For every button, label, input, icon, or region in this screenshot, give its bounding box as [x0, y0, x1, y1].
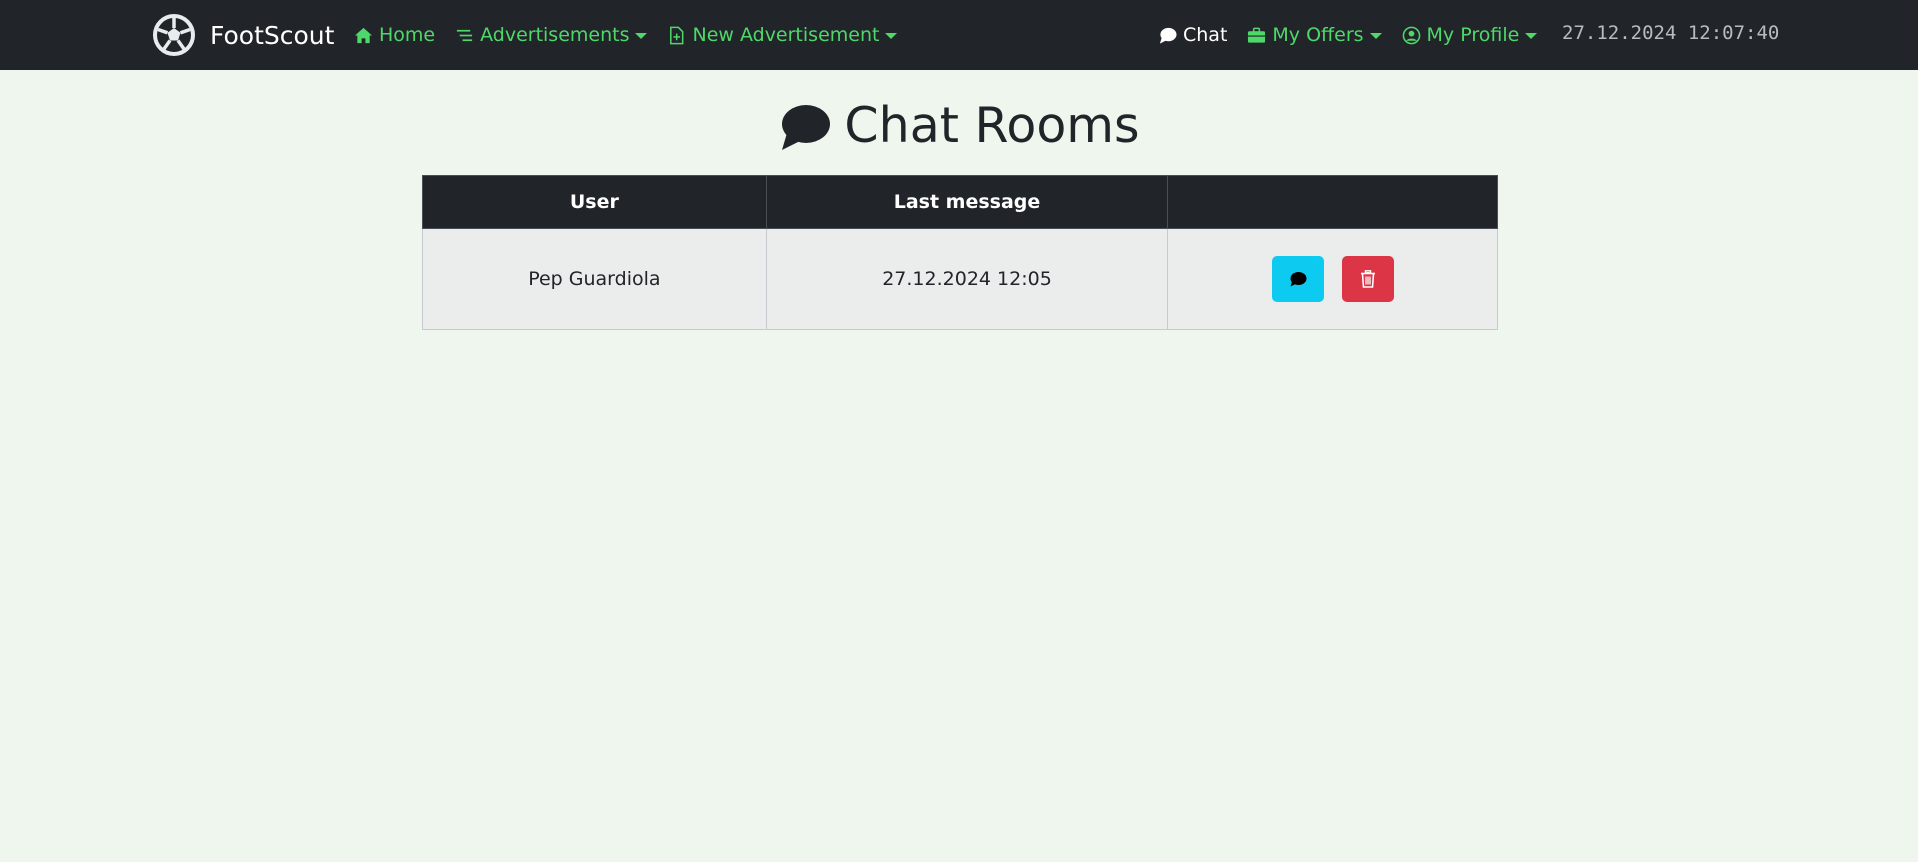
column-header-user: User [422, 175, 767, 229]
chat-bubble-icon [782, 105, 831, 150]
list-lines-icon [457, 29, 473, 41]
chat-rooms-table: User Last message Pep Guardiola 27.12.20… [422, 175, 1498, 330]
chevron-down-icon [635, 32, 648, 39]
open-chat-button[interactable] [1271, 256, 1324, 302]
soccer-ball-icon [153, 14, 195, 56]
brand-name: FootScout [210, 20, 335, 50]
chevron-down-icon [885, 32, 898, 39]
briefcase-icon [1248, 27, 1266, 43]
delete-chat-button[interactable] [1341, 256, 1394, 302]
table-header-row: User Last message [422, 175, 1498, 229]
nav-chat-label: Chat [1183, 24, 1228, 46]
house-icon [354, 27, 373, 43]
table-row: Pep Guardiola 27.12.2024 12:05 [422, 228, 1498, 330]
chevron-down-icon [1525, 32, 1538, 39]
nav-my-profile[interactable]: My Profile [1402, 24, 1538, 46]
nav-my-offers[interactable]: My Offers [1247, 24, 1382, 46]
top-navbar: FootScout Home Advertisements New Advert… [0, 0, 1918, 70]
nav-right-group: Chat My Offers My Profile [1158, 0, 1557, 70]
file-plus-icon [670, 26, 684, 44]
cell-user: Pep Guardiola [422, 228, 767, 330]
page-title: Chat Rooms [0, 96, 1918, 154]
nav-home[interactable]: Home [354, 24, 435, 46]
nav-new-advertisement-label: New Advertisement [692, 24, 880, 46]
chevron-down-icon [1369, 32, 1382, 39]
nav-my-offers-label: My Offers [1272, 24, 1364, 46]
brand-link[interactable]: FootScout [152, 13, 334, 57]
nav-left-group: Home Advertisements New Advertisement [354, 0, 917, 70]
nav-advertisements-label: Advertisements [480, 24, 630, 46]
clock-display: 27.12.2024 12:07:40 [1562, 22, 1780, 44]
nav-my-profile-label: My Profile [1426, 24, 1520, 46]
chat-bubble-icon [1159, 27, 1177, 44]
person-circle-icon [1402, 26, 1420, 44]
nav-chat[interactable]: Chat [1158, 24, 1227, 46]
column-header-actions [1167, 175, 1498, 229]
nav-advertisements[interactable]: Advertisements [455, 24, 648, 46]
page-title-text: Chat Rooms [844, 96, 1140, 154]
nav-home-label: Home [379, 24, 436, 46]
trash-icon [1360, 270, 1375, 288]
cell-last-message: 27.12.2024 12:05 [765, 228, 1169, 330]
column-header-last-message: Last message [765, 175, 1169, 229]
nav-new-advertisement[interactable]: New Advertisement [667, 24, 898, 46]
cell-actions [1167, 228, 1498, 330]
chat-bubble-icon [1290, 272, 1307, 287]
